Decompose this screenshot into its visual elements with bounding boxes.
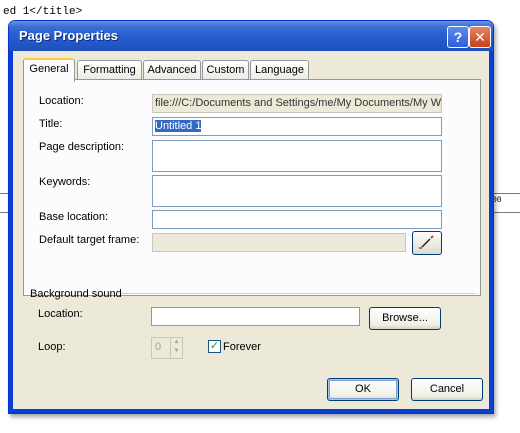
sound-location-label: Location: (38, 308, 83, 320)
ruler-right: 00 (490, 193, 520, 213)
dialog-title: Page Properties (19, 28, 118, 43)
title-value: Untitled 1 (155, 120, 202, 132)
ok-button[interactable]: OK (327, 378, 399, 401)
base-location-label: Base location: (39, 211, 109, 223)
background-code-text: ed 1</title> (3, 6, 83, 18)
loop-value: 0 (155, 341, 162, 353)
location-field[interactable]: file:///C:/Documents and Settings/me/My … (152, 94, 442, 113)
cancel-button[interactable]: Cancel (411, 378, 483, 401)
keywords-field[interactable] (152, 175, 442, 207)
browse-button[interactable]: Browse... (369, 307, 441, 330)
general-tab-panel: Location: file:///C:/Documents and Setti… (23, 79, 481, 296)
title-bar[interactable]: Page Properties ? ✕ (9, 21, 493, 51)
page-description-label: Page description: (39, 141, 124, 153)
window-border-bottom (9, 409, 493, 413)
tab-language[interactable]: Language (250, 60, 309, 79)
sound-location-field[interactable] (151, 307, 360, 326)
help-icon: ? (453, 29, 463, 45)
forever-label: Forever (223, 341, 261, 353)
loop-label: Loop: (38, 341, 66, 353)
pencil-icon (419, 235, 434, 249)
base-location-field[interactable] (152, 210, 442, 229)
background-sound-label: Background sound (30, 288, 122, 300)
location-label: Location: (39, 95, 84, 107)
background-sound-divider (121, 293, 475, 295)
location-value: file:///C:/Documents and Settings/me/My … (155, 97, 442, 109)
spin-arrows-icon: ▲ ▼ (170, 338, 182, 358)
tab-formatting[interactable]: Formatting (77, 60, 142, 79)
tab-advanced[interactable]: Advanced (143, 60, 201, 79)
title-label: Title: (39, 118, 63, 130)
loop-spinner: 0 ▲ ▼ (151, 337, 183, 359)
close-icon: ✕ (474, 29, 486, 45)
close-button[interactable]: ✕ (469, 26, 491, 48)
default-target-frame-field (152, 233, 406, 252)
window-border-right (489, 51, 493, 413)
tab-custom[interactable]: Custom (202, 60, 249, 79)
page-description-field[interactable] (152, 140, 442, 172)
window-border-left (9, 51, 13, 413)
help-button[interactable]: ? (447, 26, 469, 48)
keywords-label: Keywords: (39, 176, 91, 188)
forever-checkbox[interactable]: ✓ (208, 340, 221, 353)
page-properties-dialog: Page Properties ? ✕ General Formatting A… (8, 20, 494, 414)
tab-general[interactable]: General (23, 58, 75, 82)
default-target-frame-label: Default target frame: (39, 234, 140, 246)
target-frame-picker-button[interactable] (412, 231, 442, 255)
title-field[interactable]: Untitled 1 (152, 117, 442, 136)
